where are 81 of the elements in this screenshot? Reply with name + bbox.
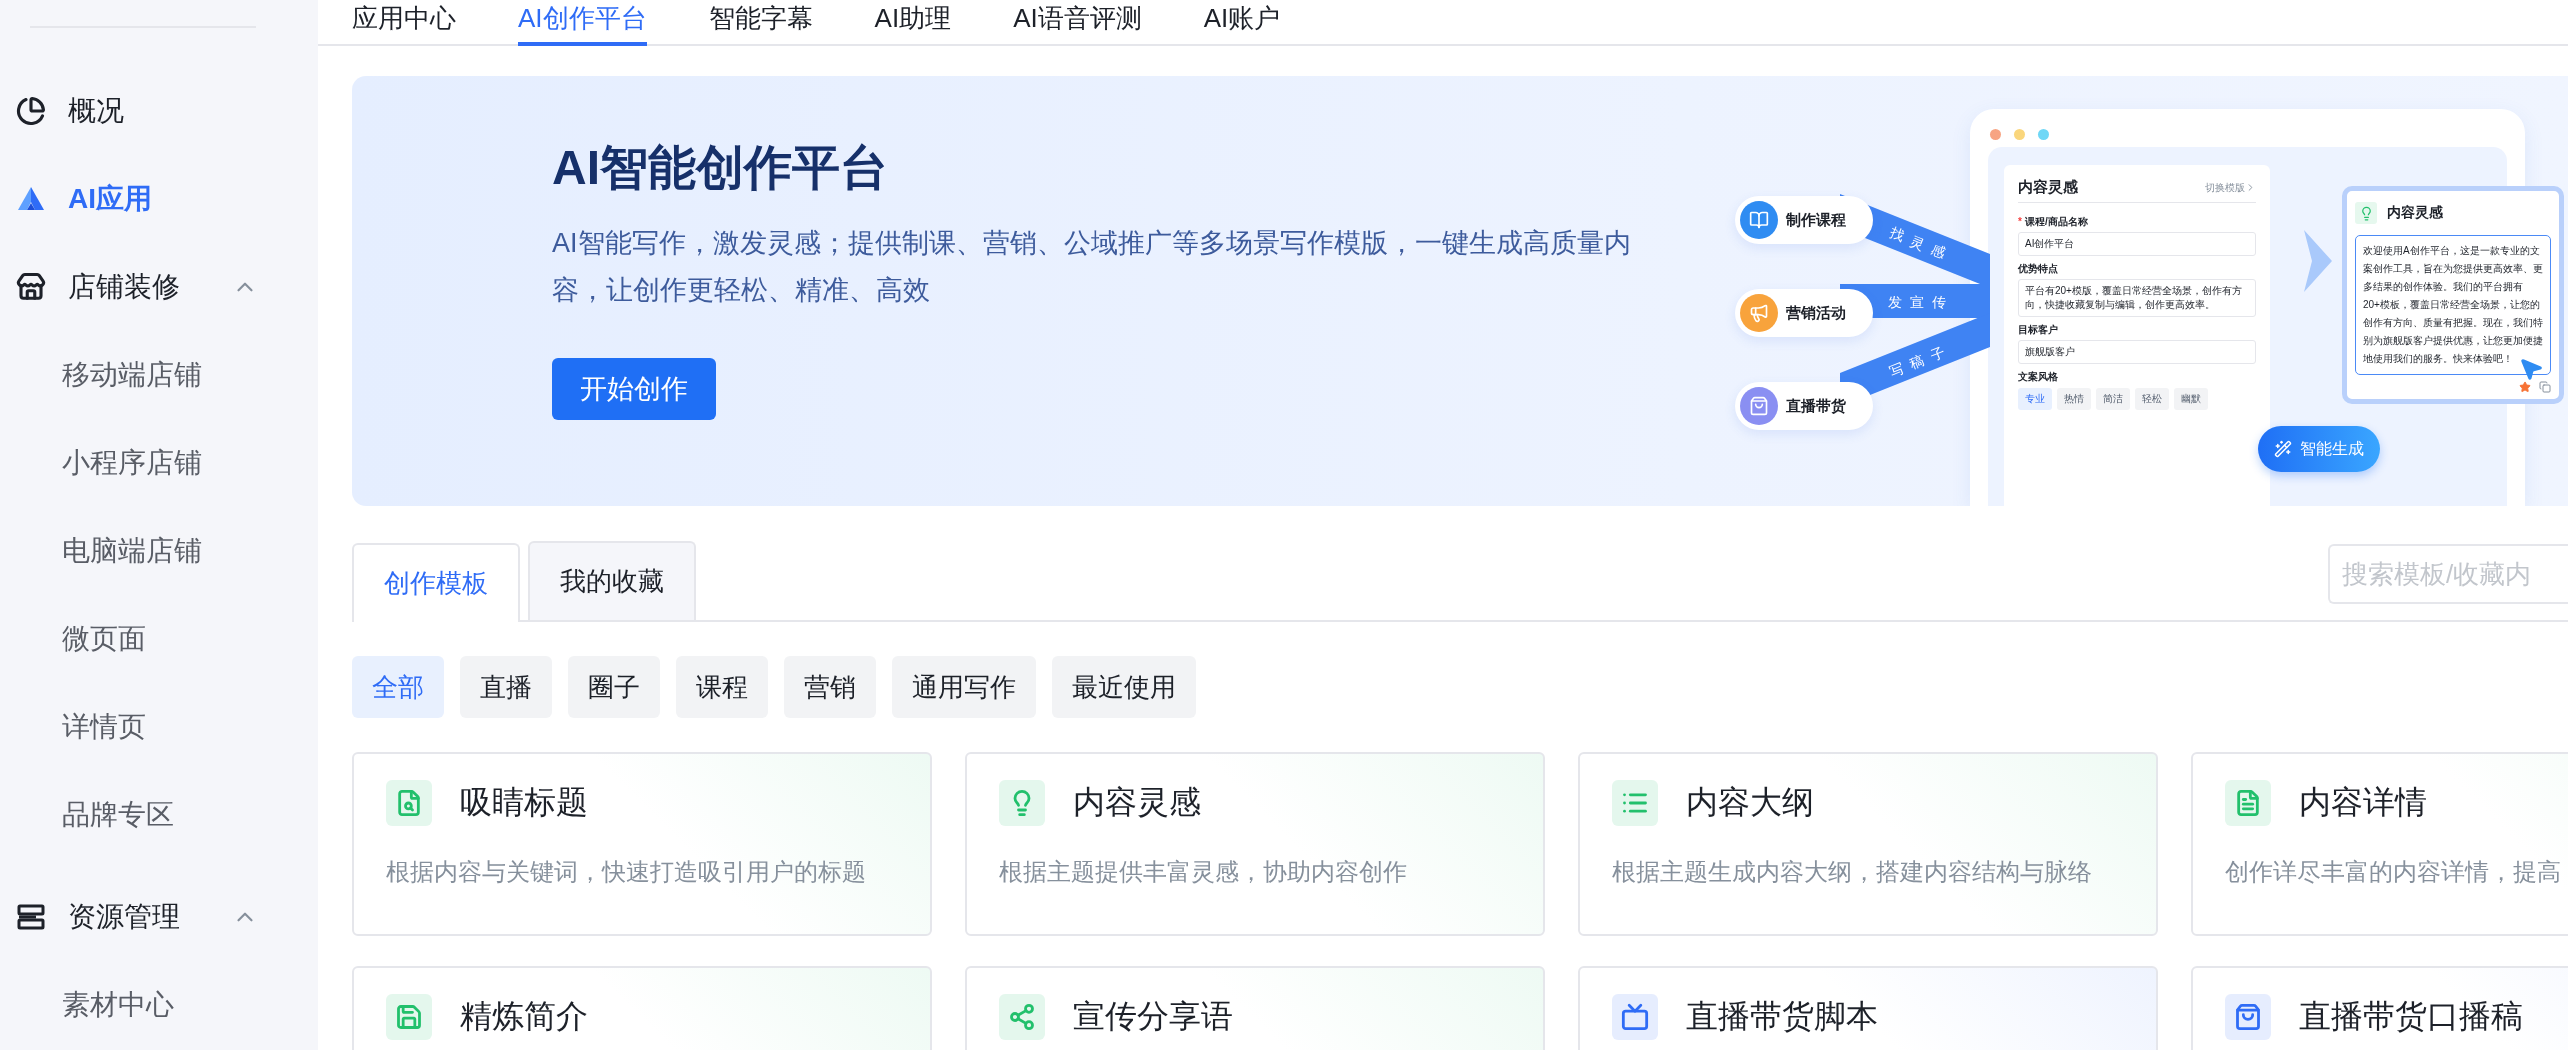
input-field: 平台有20+模版，覆盖日常经营全场景，创作有方向，快捷收藏复制与编辑，创作更高效率。	[2018, 279, 2256, 317]
copy-icon	[2539, 381, 2551, 393]
filter-chip[interactable]: 营销	[784, 656, 876, 718]
channel-label: 直播带货	[1786, 396, 1846, 416]
template-card[interactable]: 直播带货口播稿	[2191, 966, 2568, 1050]
sidebar-subitem[interactable]: 微页面	[0, 595, 318, 683]
form-label: 优势特点	[2018, 262, 2059, 276]
card-description: 根据主题提供丰富灵感，协助内容创作	[999, 857, 1408, 887]
card-title: 直播带货口播稿	[2299, 997, 2523, 1036]
flow-label: 写稿子	[1887, 340, 1955, 382]
form-title: 内容灵感	[2018, 178, 2078, 197]
sidebar-subitem[interactable]: 素材中心	[0, 961, 318, 1049]
start-button[interactable]: 开始创作	[552, 358, 716, 420]
store-icon	[16, 272, 46, 302]
flow-label: 找灵感	[1887, 224, 1955, 266]
sidebar-item[interactable]: AI应用	[0, 155, 318, 243]
template-card[interactable]: 吸睛标题 根据内容与关键词，快速打造吸引用户的标题	[352, 752, 932, 936]
search-field[interactable]: 搜索模板/收藏内	[2328, 544, 2568, 604]
card-description: 根据主题生成内容大纲，搭建内容结构与脉络	[1612, 857, 2093, 887]
nav-tab[interactable]: AI创作平台	[518, 0, 647, 46]
filter-chip[interactable]: 全部	[352, 656, 444, 718]
banner-description: AI智能写作，激发灵感；提供制课、营销、公域推广等多场景写作模版，一键生成高质量内容，让创作更轻松、精准、高效	[552, 227, 1632, 307]
filter-chip[interactable]: 课程	[676, 656, 768, 718]
card-description: 根据内容与关键词，快速打造吸引用户的标题	[386, 857, 867, 887]
card-title: 内容灵感	[1073, 783, 1201, 822]
style-chip: 轻松	[2135, 388, 2169, 410]
filter-chip[interactable]: 最近使用	[1052, 656, 1196, 718]
template-card[interactable]: 宣传分享语	[965, 966, 1545, 1050]
filter-chip[interactable]: 直播	[460, 656, 552, 718]
style-chip: 幽默	[2174, 388, 2208, 410]
nav-tab[interactable]: 智能字幕	[708, 0, 813, 46]
card-title: 直播带货脚本	[1686, 997, 1878, 1036]
input-field: 旗舰版客户	[2018, 340, 2256, 364]
card-title: 吸睛标题	[460, 783, 588, 822]
nav-tab[interactable]: AI语音评测	[1013, 0, 1142, 46]
sidebar-subitem[interactable]: 电脑端店铺	[0, 507, 318, 595]
star-icon	[2519, 381, 2531, 393]
sidebar-item[interactable]: 资源管理	[0, 873, 318, 961]
template-card[interactable]: 内容大纲 根据主题生成内容大纲，搭建内容结构与脉络	[1578, 752, 2158, 936]
window-dot	[2014, 128, 2025, 140]
flow-label: 发宣传	[1888, 294, 1954, 312]
style-chip: 专业	[2018, 388, 2052, 410]
card-title: 宣传分享语	[1073, 997, 1233, 1036]
pie-chart-icon	[16, 96, 46, 126]
input-field: AI创作平台	[2018, 232, 2256, 256]
nav-tab[interactable]: AI账户	[1203, 0, 1281, 46]
sidebar-subitem[interactable]: 小程序店铺	[0, 419, 318, 507]
cursor-icon	[2518, 356, 2544, 382]
resource-icon	[16, 902, 46, 932]
template-card[interactable]: 内容详情 创作详尽丰富的内容详情，提高	[2191, 752, 2568, 936]
result-title: 内容灵感	[2387, 204, 2443, 222]
sidebar-item[interactable]: 店铺装修	[0, 243, 318, 331]
sidebar-subitem[interactable]: 品牌专区	[0, 771, 318, 859]
window-dot	[1990, 128, 2001, 140]
sidebar-subitem[interactable]: 详情页	[0, 683, 318, 771]
window-dot	[2038, 128, 2049, 140]
sidebar-item[interactable]: 概况	[0, 67, 318, 155]
card-description: 创作详尽丰富的内容详情，提高	[2225, 857, 2562, 887]
nav-tab[interactable]: AI助理	[874, 0, 952, 46]
banner-title: AI智能创作平台	[552, 140, 888, 196]
form-label: * 课程/商品名称	[2018, 215, 2089, 229]
filter-chip[interactable]: 圈子	[568, 656, 660, 718]
style-chip: 热情	[2057, 388, 2091, 410]
channel-label: 营销活动	[1786, 303, 1846, 323]
form-label: 目标客户	[2018, 323, 2059, 337]
card-title: 内容详情	[2299, 783, 2427, 822]
template-card[interactable]: 直播带货脚本	[1578, 966, 2158, 1050]
lightbulb-icon	[2355, 202, 2377, 224]
template-card[interactable]: 精炼简介	[352, 966, 932, 1050]
magic-wand-icon	[2274, 440, 2292, 458]
nav-tab[interactable]: 应用中心	[352, 0, 456, 46]
style-chip: 简洁	[2096, 388, 2130, 410]
card-title: 精炼简介	[460, 997, 588, 1036]
template-card[interactable]: 内容灵感 根据主题提供丰富灵感，协助内容创作	[965, 752, 1545, 936]
channel-label: 制作课程	[1786, 210, 1846, 230]
card-title: 内容大纲	[1686, 783, 1814, 822]
template-tab[interactable]: 创作模板	[352, 543, 520, 622]
filter-chip[interactable]: 通用写作	[892, 656, 1036, 718]
template-tab[interactable]: 我的收藏	[528, 541, 696, 620]
sidebar-subitem[interactable]: 移动端店铺	[0, 331, 318, 419]
form-label: 文案风格	[2018, 370, 2059, 384]
